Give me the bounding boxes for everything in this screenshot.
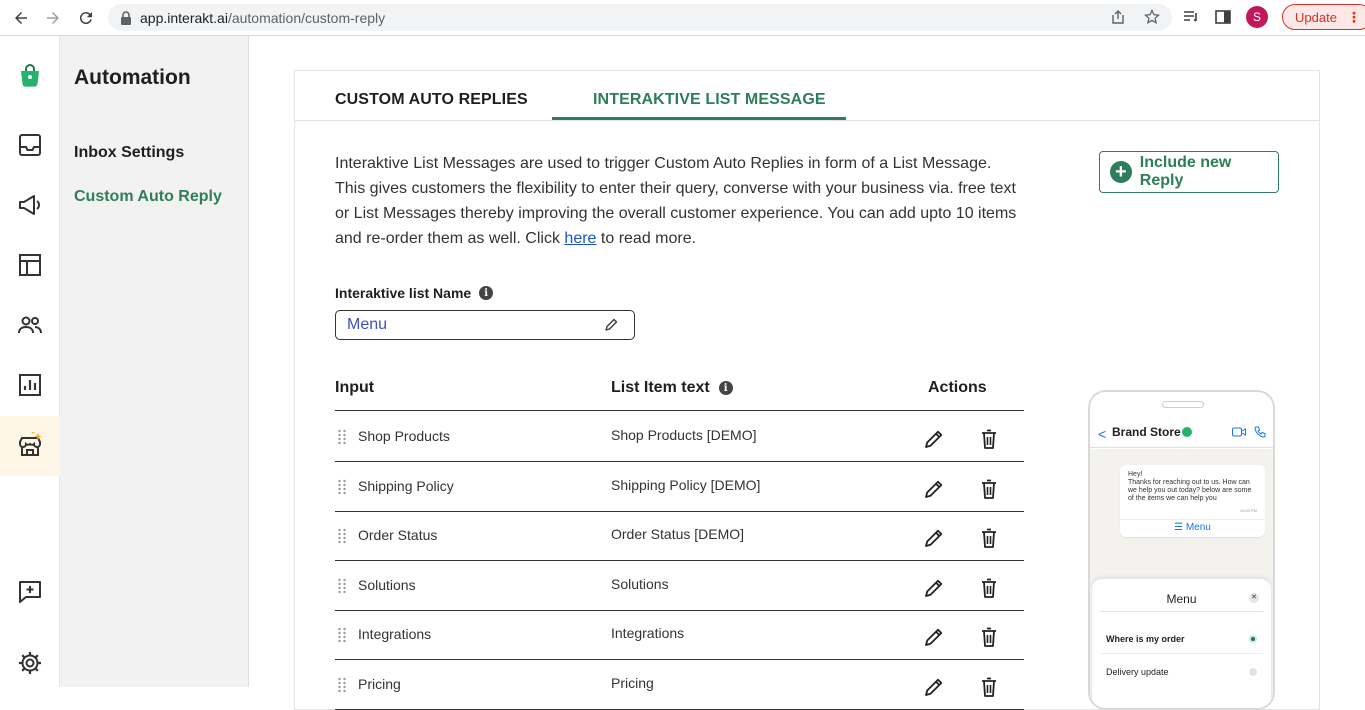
message-time: 10:00 PM	[1239, 508, 1257, 513]
tab-custom-auto-replies[interactable]: CUSTOM AUTO REPLIES	[335, 91, 528, 109]
list-name-input[interactable]: Menu	[335, 310, 635, 340]
table-row: Shop Products Shop Products [DEMO]	[335, 412, 1024, 462]
drag-handle-icon[interactable]	[337, 627, 347, 643]
column-header-list-item-text: List Item text i	[611, 379, 733, 397]
list-name-label: Interaktive list Name i	[335, 285, 494, 301]
include-new-reply-button[interactable]: + Include new Reply	[1099, 151, 1279, 193]
table-row: Integrations Integrations	[335, 610, 1024, 660]
icon-rail	[0, 36, 60, 687]
automation-sidebar: Automation Inbox Settings Custom Auto Re…	[60, 36, 249, 687]
column-header-input: Input	[335, 379, 375, 396]
row-input-text: Order Status	[358, 527, 438, 543]
side-panel-icon[interactable]	[1214, 8, 1232, 26]
chat-header: < Brand Store	[1090, 418, 1273, 448]
profile-avatar[interactable]: S	[1246, 6, 1268, 28]
back-arrow-icon[interactable]	[10, 7, 32, 29]
verified-badge-icon	[1182, 427, 1192, 437]
active-tab-indicator	[552, 117, 846, 120]
phone-call-icon	[1254, 426, 1266, 438]
radio-selected-icon	[1249, 635, 1257, 643]
row-list-item-text: Integrations	[611, 625, 685, 641]
automation-store-icon[interactable]	[17, 430, 43, 458]
sheet-option: Where is my order	[1106, 634, 1185, 644]
sidebar-item-custom-auto-reply[interactable]: Custom Auto Reply	[74, 188, 222, 206]
sheet-divider	[1100, 653, 1263, 654]
analytics-icon[interactable]	[17, 372, 43, 398]
chat-brand-name: Brand Store	[1112, 425, 1181, 439]
drag-handle-icon[interactable]	[337, 528, 347, 544]
chat-message-bubble: Hey! Thanks for reaching out to us. How …	[1120, 465, 1265, 537]
row-list-item-text: Pricing	[611, 674, 654, 691]
video-call-icon	[1232, 427, 1246, 437]
sidebar-title: Automation	[74, 66, 191, 89]
edit-pencil-icon[interactable]	[923, 478, 945, 500]
share-icon[interactable]	[1110, 9, 1126, 25]
browser-toolbar: app.interakt.ai/automation/custom-reply …	[0, 0, 1365, 36]
phone-preview: < Brand Store Hey! Thanks for reaching o…	[1088, 390, 1275, 710]
info-icon[interactable]: i	[718, 381, 733, 395]
edit-pencil-icon[interactable]	[604, 318, 618, 332]
close-icon: ✕	[1249, 593, 1259, 603]
column-header-actions: Actions	[928, 379, 987, 396]
trash-icon[interactable]	[978, 577, 1000, 599]
update-button[interactable]: Update ⋮	[1282, 4, 1365, 30]
edit-pencil-icon[interactable]	[923, 626, 945, 648]
reading-list-icon[interactable]	[1182, 8, 1200, 26]
radio-unselected-icon	[1249, 668, 1257, 676]
chat-menu-link: ☰ Menu	[1120, 519, 1265, 533]
table-row: Shipping Policy Shipping Policy [DEMO]	[335, 462, 1024, 512]
table-row: Pricing Pricing	[335, 660, 1024, 710]
edit-pencil-icon[interactable]	[923, 577, 945, 599]
address-bar[interactable]: app.interakt.ai/automation/custom-reply	[108, 4, 1172, 31]
sheet-divider	[1100, 611, 1263, 612]
tab-bar: CUSTOM AUTO REPLIES INTERAKTIVE LIST MES…	[295, 71, 1319, 121]
phone-speaker	[1162, 401, 1204, 408]
sheet-option: Delivery update	[1106, 667, 1169, 677]
info-icon[interactable]: i	[479, 286, 494, 300]
megaphone-icon[interactable]	[17, 192, 43, 218]
row-input-text: Shipping Policy	[358, 477, 454, 494]
contacts-icon[interactable]	[17, 312, 43, 338]
trash-icon[interactable]	[978, 626, 1000, 648]
feedback-icon[interactable]	[17, 579, 43, 605]
table-row: Order Status Order Status [DEMO]	[335, 511, 1024, 561]
drag-handle-icon[interactable]	[337, 479, 347, 495]
row-input-text: Shop Products	[358, 428, 450, 444]
back-chevron-icon: <	[1098, 426, 1107, 442]
drag-handle-icon[interactable]	[337, 578, 347, 594]
bookmark-star-icon[interactable]	[1144, 9, 1160, 25]
edit-pencil-icon[interactable]	[923, 527, 945, 549]
lock-icon	[121, 10, 131, 25]
reload-icon[interactable]	[75, 7, 97, 29]
row-input-text: Solutions	[358, 576, 416, 593]
row-input-text: Pricing	[358, 675, 401, 692]
table-header: Input List Item text i Actions	[335, 377, 1024, 411]
forward-arrow-icon[interactable]	[42, 7, 64, 29]
more-vert-icon: ⋮	[1346, 9, 1361, 25]
table-row: Solutions Solutions	[335, 561, 1024, 611]
template-icon[interactable]	[17, 252, 43, 278]
interakt-logo-icon[interactable]	[17, 62, 43, 88]
url-text: app.interakt.ai/automation/custom-reply	[140, 9, 386, 26]
drag-handle-icon[interactable]	[337, 677, 347, 693]
plus-circle-icon: +	[1110, 161, 1132, 183]
row-input-text: Integrations	[358, 626, 432, 642]
list-bottom-sheet: Menu ✕ Where is my order Delivery update	[1092, 579, 1271, 708]
row-list-item-text: Shipping Policy [DEMO]	[611, 476, 761, 493]
read-more-link[interactable]: here	[564, 230, 596, 247]
trash-icon[interactable]	[978, 527, 1000, 549]
trash-icon[interactable]	[978, 428, 1000, 450]
description-text: Interaktive List Messages are used to tr…	[335, 155, 1017, 247]
row-list-item-text: Solutions	[611, 575, 669, 592]
row-list-item-text: Shop Products [DEMO]	[611, 427, 757, 443]
sidebar-item-inbox-settings[interactable]: Inbox Settings	[74, 144, 184, 162]
drag-handle-icon[interactable]	[337, 429, 347, 445]
tab-interaktive-list-message[interactable]: INTERAKTIVE LIST MESSAGE	[593, 91, 826, 109]
row-list-item-text: Order Status [DEMO]	[611, 526, 745, 542]
inbox-icon[interactable]	[17, 132, 43, 158]
trash-icon[interactable]	[978, 478, 1000, 500]
settings-gear-icon[interactable]	[17, 650, 43, 676]
edit-pencil-icon[interactable]	[923, 428, 945, 450]
sheet-title: Menu	[1166, 592, 1197, 606]
